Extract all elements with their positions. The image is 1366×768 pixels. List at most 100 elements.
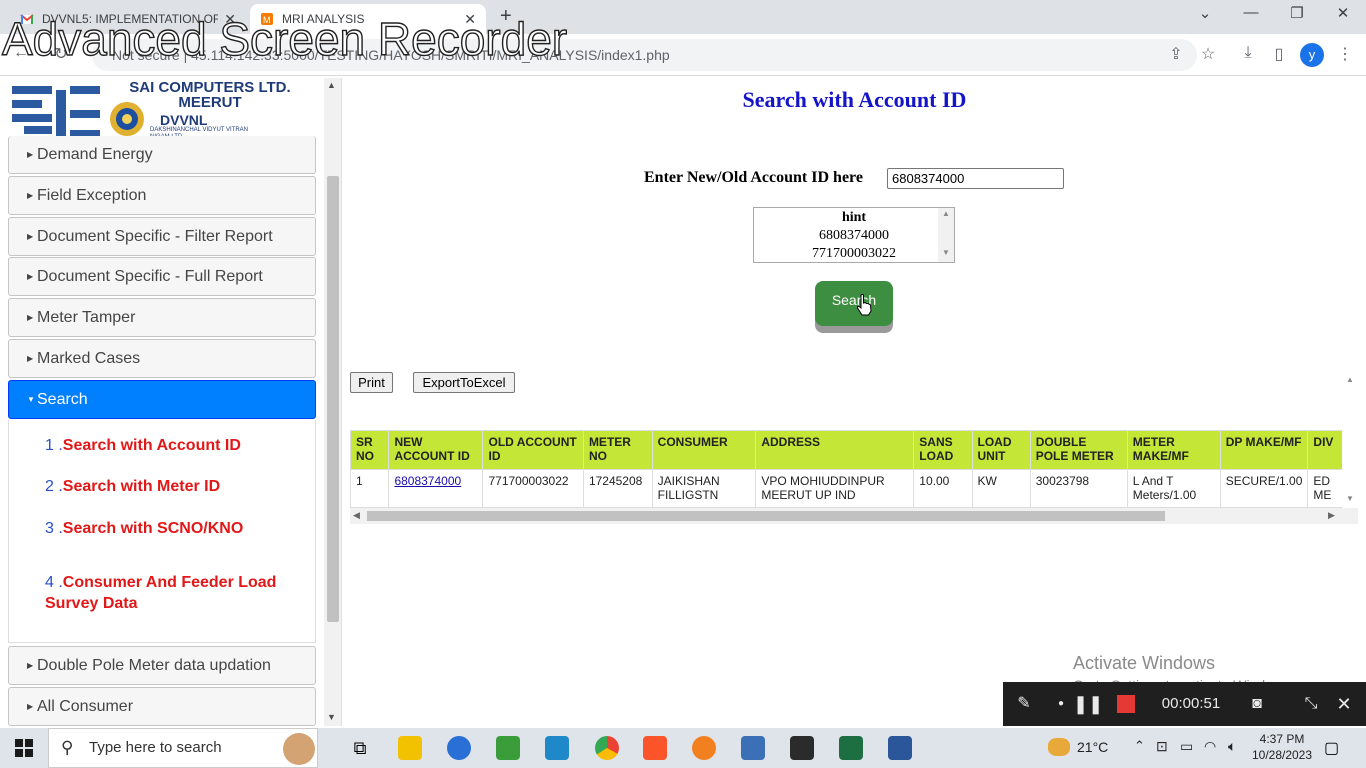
weather-temp[interactable]: 21°C — [1077, 739, 1108, 755]
search-with-scno-kno-link[interactable]: 3 .Search with SCNO/KNO — [45, 518, 243, 539]
account-id-link[interactable]: 6808374000 — [394, 474, 461, 488]
table-cell: 30023798 — [1029, 469, 1128, 508]
pen-icon[interactable]: ✎ — [1009, 682, 1039, 726]
sidebar-item-doc-filter-report[interactable]: ▶ Document Specific - Filter Report — [8, 217, 316, 256]
task-view-icon[interactable]: ⧉ — [348, 736, 372, 760]
hint-option[interactable]: 771700003022 — [754, 245, 954, 262]
sidebar-item-demand-energy[interactable]: ▶ Demand Energy — [8, 136, 316, 174]
brave-icon[interactable] — [643, 736, 667, 760]
hint-listbox[interactable]: hint 6808374000 771700003022 ▲ ▼ — [753, 207, 955, 263]
hint-option[interactable]: 6808374000 — [754, 227, 954, 245]
camera-icon[interactable]: ◙ — [1243, 682, 1271, 726]
table-cell: 17245208 — [582, 469, 653, 508]
sidebar-item-field-exception[interactable]: ▶ Field Exception — [8, 176, 316, 215]
table-horizontal-scrollbar[interactable]: ◀ ▶ — [350, 508, 1358, 524]
download-icon[interactable]: ⤓ — [1237, 44, 1259, 62]
caret-down-icon: ▼ — [27, 395, 35, 404]
more-menu-icon[interactable]: ⋮ — [1334, 44, 1356, 64]
sidebar-item-meter-tamper[interactable]: ▶ Meter Tamper — [8, 298, 316, 337]
taskbar-search-box[interactable]: ⚲ Type here to search — [48, 728, 318, 768]
column-header: CONSUMER — [651, 430, 757, 470]
sidebar-item-double-pole-meter[interactable]: ▶ Double Pole Meter data updation — [8, 646, 316, 685]
pause-icon[interactable]: ❚❚ — [1073, 682, 1103, 726]
chrome-icon[interactable] — [595, 736, 619, 760]
excel-icon[interactable] — [839, 736, 863, 760]
scroll-left-icon[interactable]: ◀ — [353, 510, 360, 521]
table-cell: L And T Meters/1.00 — [1126, 469, 1221, 508]
back-icon[interactable]: ← — [10, 44, 32, 62]
share-icon[interactable]: ⇪ — [1165, 44, 1187, 64]
screen-recorder-icon[interactable] — [790, 736, 814, 760]
address-bar[interactable]: Not secure | 45.114.142.33:5000/TESTING/… — [92, 39, 1197, 71]
windows-start-icon[interactable] — [14, 738, 34, 758]
results-table-container: SR NO NEW ACCOUNT ID OLD ACCOUNT ID METE… — [350, 371, 1348, 523]
recorder-control-bar: ✎ ● ❚❚ 00:00:51 ◙ ⤡ ✕ — [1003, 682, 1366, 726]
scroll-down-icon[interactable]: ▼ — [942, 248, 950, 257]
account-id-input[interactable] — [887, 168, 1064, 189]
sidebar-item-all-consumer[interactable]: ▶ All Consumer — [8, 687, 316, 726]
tab-title: MRI ANALYSIS — [282, 12, 365, 26]
chevron-up-icon[interactable]: ⌃ — [1134, 738, 1145, 754]
scroll-right-icon[interactable]: ▶ — [1328, 510, 1335, 521]
notification-icon[interactable]: ▢ — [1324, 738, 1339, 758]
wifi-icon[interactable]: ◠ — [1204, 738, 1216, 755]
tab-dvvnl5[interactable]: DVVNL5: IMPLEMENTATION OF ✕ — [10, 4, 246, 34]
side-panel-icon[interactable]: ▯ — [1268, 44, 1290, 64]
close-icon[interactable]: ✕ — [1331, 682, 1357, 726]
scrollbar-thumb[interactable] — [327, 176, 339, 622]
tab-mri-analysis[interactable]: M MRI ANALYSIS ✕ — [250, 4, 486, 34]
sidebar-item-marked-cases[interactable]: ▶ Marked Cases — [8, 339, 316, 378]
search-with-account-id-link[interactable]: 1 .Search with Account ID — [45, 435, 241, 456]
column-header: DP MAKE/MF — [1219, 430, 1309, 470]
account-id-label: Enter New/Old Account ID here — [644, 169, 863, 186]
table-vertical-scrollbar[interactable]: ▲ ▼ — [1342, 373, 1358, 508]
scroll-up-icon[interactable]: ▲ — [1346, 375, 1354, 384]
scrollbar-thumb[interactable] — [367, 511, 1165, 521]
network-icon[interactable]: ⊡ — [1156, 738, 1168, 755]
minimize-button[interactable]: — — [1231, 4, 1271, 21]
file-explorer-icon[interactable] — [398, 736, 422, 760]
remote-desktop-icon[interactable] — [545, 736, 569, 760]
sidebar-scrollbar[interactable]: ▲ ▼ — [324, 78, 341, 726]
consumer-feeder-load-survey-link[interactable]: 4 .Consumer And Feeder Load Survey Data — [45, 572, 305, 614]
search-button[interactable]: Search — [815, 281, 893, 326]
search-with-meter-id-link[interactable]: 2 .Search with Meter ID — [45, 476, 220, 497]
reload-icon[interactable]: ↻ — [50, 44, 72, 64]
scroll-up-icon[interactable]: ▲ — [327, 80, 336, 90]
word-icon[interactable] — [888, 736, 912, 760]
column-header: METER NO — [582, 430, 653, 470]
app-icon[interactable] — [741, 736, 765, 760]
scroll-down-icon[interactable]: ▼ — [1346, 494, 1354, 503]
sidebar-item-doc-full-report[interactable]: ▶ Document Specific - Full Report — [8, 257, 316, 296]
company-logo: SAI COMPUTERS LTD. MEERUT DVVNL DAKSHINA… — [10, 80, 316, 144]
close-window-button[interactable]: ✕ — [1323, 4, 1363, 22]
scroll-up-icon[interactable]: ▲ — [942, 209, 950, 218]
table-cell: 10.00 — [913, 469, 973, 508]
browser-tab-strip: DVVNL5: IMPLEMENTATION OF ✕ M MRI ANALYS… — [0, 0, 1366, 34]
hint-scrollbar[interactable]: ▲ ▼ — [938, 208, 954, 262]
weather-icon[interactable] — [1048, 738, 1070, 756]
caret-right-icon: ▶ — [27, 272, 34, 281]
bookmark-star-icon[interactable]: ☆ — [1197, 44, 1219, 64]
hand-cursor-icon — [856, 294, 872, 316]
app-icon[interactable] — [692, 736, 716, 760]
new-tab-button[interactable]: + — [500, 5, 512, 28]
table-row: 1 6808374000 771700003022 17245208 JAIKI… — [350, 469, 1348, 508]
close-tab-icon[interactable]: ✕ — [464, 11, 476, 28]
app-icon[interactable] — [496, 736, 520, 760]
scroll-down-icon[interactable]: ▼ — [327, 712, 336, 722]
minimize-recorder-icon[interactable]: ⤡ — [1299, 682, 1323, 726]
logo-graphic — [12, 86, 100, 138]
volume-icon[interactable]: 🔈︎ — [1228, 738, 1236, 755]
close-tab-icon[interactable]: ✕ — [224, 11, 236, 28]
restore-button[interactable]: ❐ — [1277, 4, 1317, 22]
caret-right-icon: ▶ — [27, 150, 34, 159]
app-icon[interactable] — [447, 736, 471, 760]
taskbar-clock[interactable]: 4:37 PM 10/28/2023 — [1246, 731, 1318, 763]
stop-icon[interactable] — [1115, 682, 1137, 726]
sidebar-item-search[interactable]: ▼ Search — [8, 380, 316, 419]
caret-right-icon: ▶ — [27, 702, 34, 711]
battery-icon[interactable]: ▭ — [1180, 738, 1193, 755]
profile-avatar[interactable]: y — [1300, 43, 1324, 67]
tab-search-icon[interactable]: ⌄ — [1185, 4, 1225, 22]
